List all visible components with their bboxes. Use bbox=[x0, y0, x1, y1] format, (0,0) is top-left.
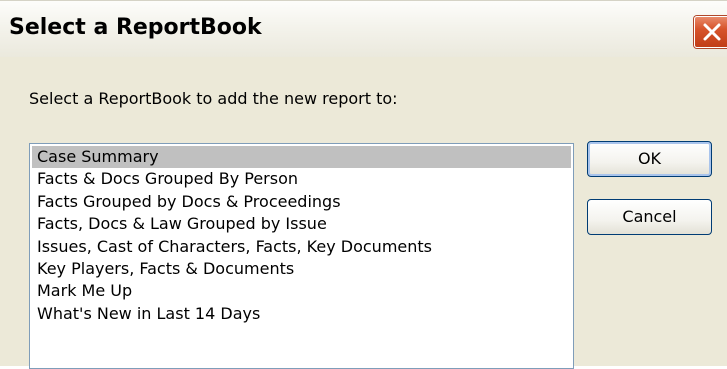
ok-button[interactable]: OK bbox=[587, 141, 712, 177]
close-icon bbox=[703, 23, 721, 41]
reportbook-list-item[interactable]: Facts & Docs Grouped By Person bbox=[32, 168, 571, 190]
reportbook-list-item[interactable]: Key Players, Facts & Documents bbox=[32, 258, 571, 280]
reportbook-list-item[interactable]: Facts Grouped by Docs & Proceedings bbox=[32, 191, 571, 213]
reportbook-list-item[interactable]: What's New in Last 14 Days bbox=[32, 303, 571, 325]
title-bar[interactable]: Select a ReportBook bbox=[0, 0, 727, 57]
reportbook-list-item[interactable]: Issues, Cast of Characters, Facts, Key D… bbox=[32, 236, 571, 258]
window-title: Select a ReportBook bbox=[9, 15, 262, 40]
dialog-prompt: Select a ReportBook to add the new repor… bbox=[29, 89, 398, 108]
reportbook-listbox[interactable]: Case Summary Facts & Docs Grouped By Pers… bbox=[29, 143, 574, 369]
reportbook-list-item[interactable]: Mark Me Up bbox=[32, 280, 571, 302]
cancel-button[interactable]: Cancel bbox=[587, 199, 712, 235]
select-reportbook-dialog: Select a ReportBook Select a ReportBook … bbox=[0, 0, 727, 369]
close-button[interactable] bbox=[694, 16, 727, 48]
reportbook-list-item[interactable]: Facts, Docs & Law Grouped by Issue bbox=[32, 213, 571, 235]
dialog-body: Select a ReportBook to add the new repor… bbox=[0, 57, 727, 369]
reportbook-list-item[interactable]: Case Summary bbox=[32, 146, 571, 169]
